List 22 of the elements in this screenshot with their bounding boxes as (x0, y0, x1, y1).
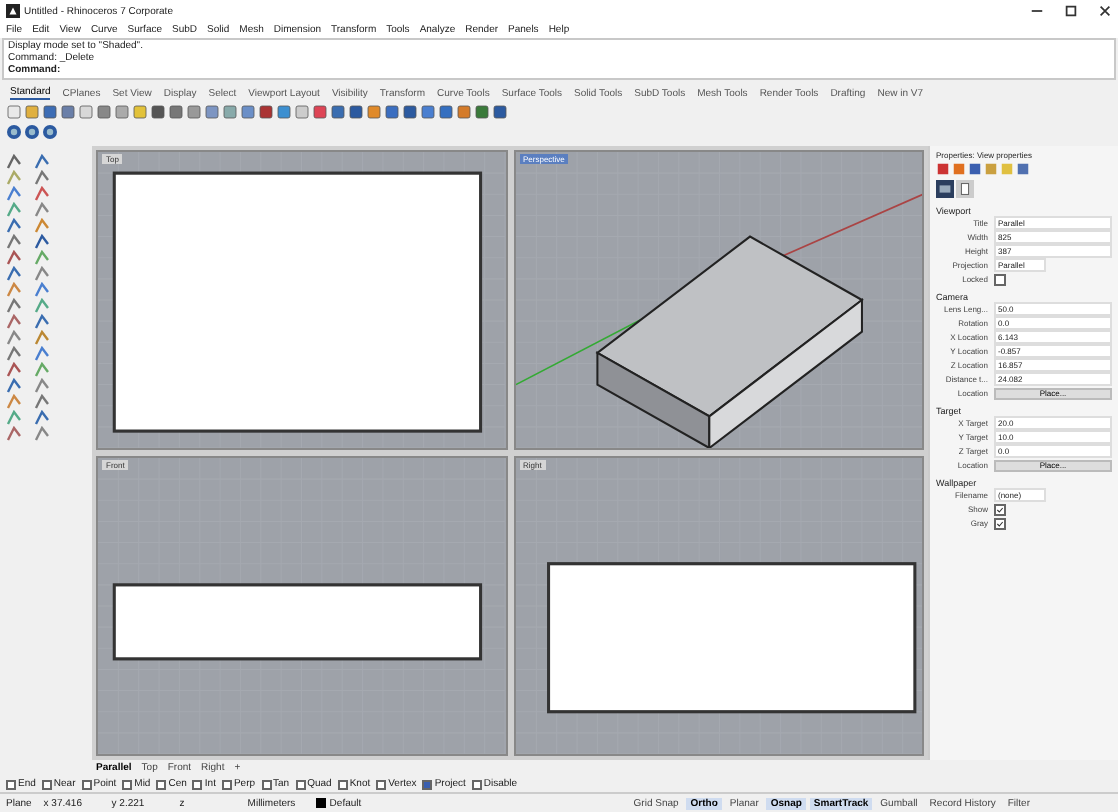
osnap-checkbox[interactable] (376, 779, 387, 789)
checkbox[interactable] (994, 273, 1006, 285)
osnap-checkbox[interactable] (192, 779, 203, 789)
osnap-checkbox[interactable] (81, 779, 92, 789)
camera-icon[interactable] (936, 180, 954, 198)
osnap-checkbox[interactable] (122, 779, 133, 789)
layer-swatch (315, 798, 326, 808)
checkbox[interactable] (994, 503, 1006, 515)
osnap-checkbox[interactable] (261, 779, 272, 789)
osnap-checkbox[interactable] (337, 779, 348, 789)
osnap-checkbox[interactable] (6, 779, 16, 789)
close-icon[interactable] (1098, 4, 1112, 18)
osnap-checkbox[interactable] (422, 779, 433, 789)
osnap-checkbox[interactable] (471, 779, 482, 789)
osnap-checkbox[interactable] (156, 779, 167, 789)
osnap-checkbox[interactable] (295, 779, 306, 789)
maximize-icon[interactable] (1064, 4, 1078, 18)
checkbox[interactable] (994, 517, 1006, 529)
page-icon[interactable] (956, 180, 974, 198)
osnap-checkbox[interactable] (41, 779, 52, 789)
minimize-icon[interactable] (1030, 4, 1044, 18)
osnap-checkbox[interactable] (221, 779, 232, 789)
